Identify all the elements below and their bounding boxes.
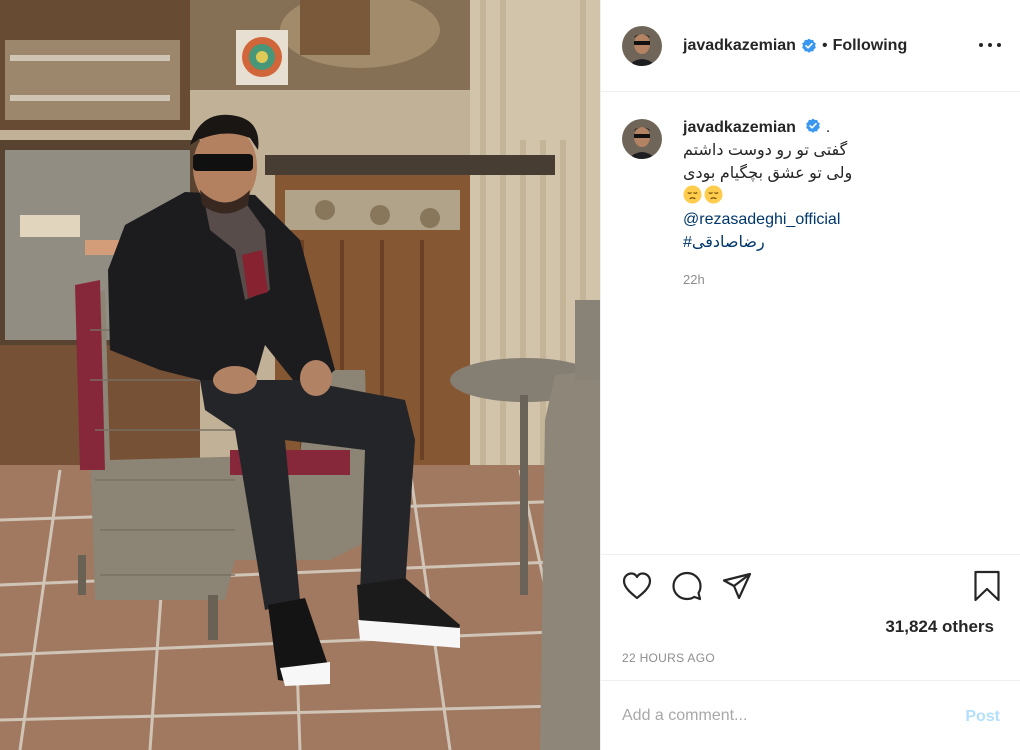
share-icon[interactable] [721,570,753,602]
caption-body: javadkazemian . گفتی تو رو دوست داشتم ول… [683,116,852,291]
add-comment-bar: Post [601,680,1020,750]
caption-avatar[interactable] [622,119,662,159]
verified-badge-icon [806,118,821,133]
photo-man-in-wicker-chair [0,0,600,750]
post-detail-panel: javadkazemian • Following javadkazemian … [600,0,1020,750]
caption-line: گفتی تو رو دوست داشتم [683,142,848,159]
bookmark-icon-svg [974,570,1000,602]
separator-dot: • [821,36,828,54]
caption-header-line: javadkazemian . [683,116,852,139]
comment-input[interactable] [622,707,942,725]
caption-age[interactable]: 22h [683,268,852,291]
verified-badge-icon [802,38,816,53]
header-username[interactable]: javadkazemian [683,37,796,55]
post-timestamp[interactable]: 22 HOURS AGO [622,651,715,665]
avatar-image [622,25,662,66]
hashtag-link[interactable]: #رضاصادقی [683,231,852,254]
heart-icon[interactable] [621,570,653,602]
mention-link[interactable]: @rezasadeghi_official [683,208,852,231]
more-options-icon[interactable] [979,34,1001,56]
caption-suffix: . [825,119,831,136]
heart-icon-svg [622,572,652,600]
pensive-face-emoji-icon [683,185,702,204]
comment-icon-svg [672,571,702,601]
avatar-image [622,119,662,159]
comments-area: javadkazemian . گفتی تو رو دوست داشتم ول… [601,92,1020,554]
caption-username[interactable]: javadkazemian [683,119,796,136]
more-dot [997,43,1001,47]
pensive-face-emoji-icon [704,185,723,204]
likes-count[interactable]: 31,824 others [885,617,994,637]
caption-line: ولی تو عشق بچگیام بودی [683,165,853,182]
avatar[interactable] [622,25,662,66]
share-icon-svg [722,572,752,600]
more-dot [979,43,983,47]
caption: javadkazemian . گفتی تو رو دوست داشتم ول… [622,116,1000,291]
more-dot [988,43,992,47]
comment-icon[interactable] [671,570,703,602]
post-header: javadkazemian • Following [601,0,1020,92]
post-photo[interactable] [0,0,600,750]
post-comment-button[interactable]: Post [965,708,1000,726]
following-button[interactable]: Following [833,37,908,55]
bookmark-icon[interactable] [971,570,1003,602]
caption-emoji-line [683,185,852,208]
